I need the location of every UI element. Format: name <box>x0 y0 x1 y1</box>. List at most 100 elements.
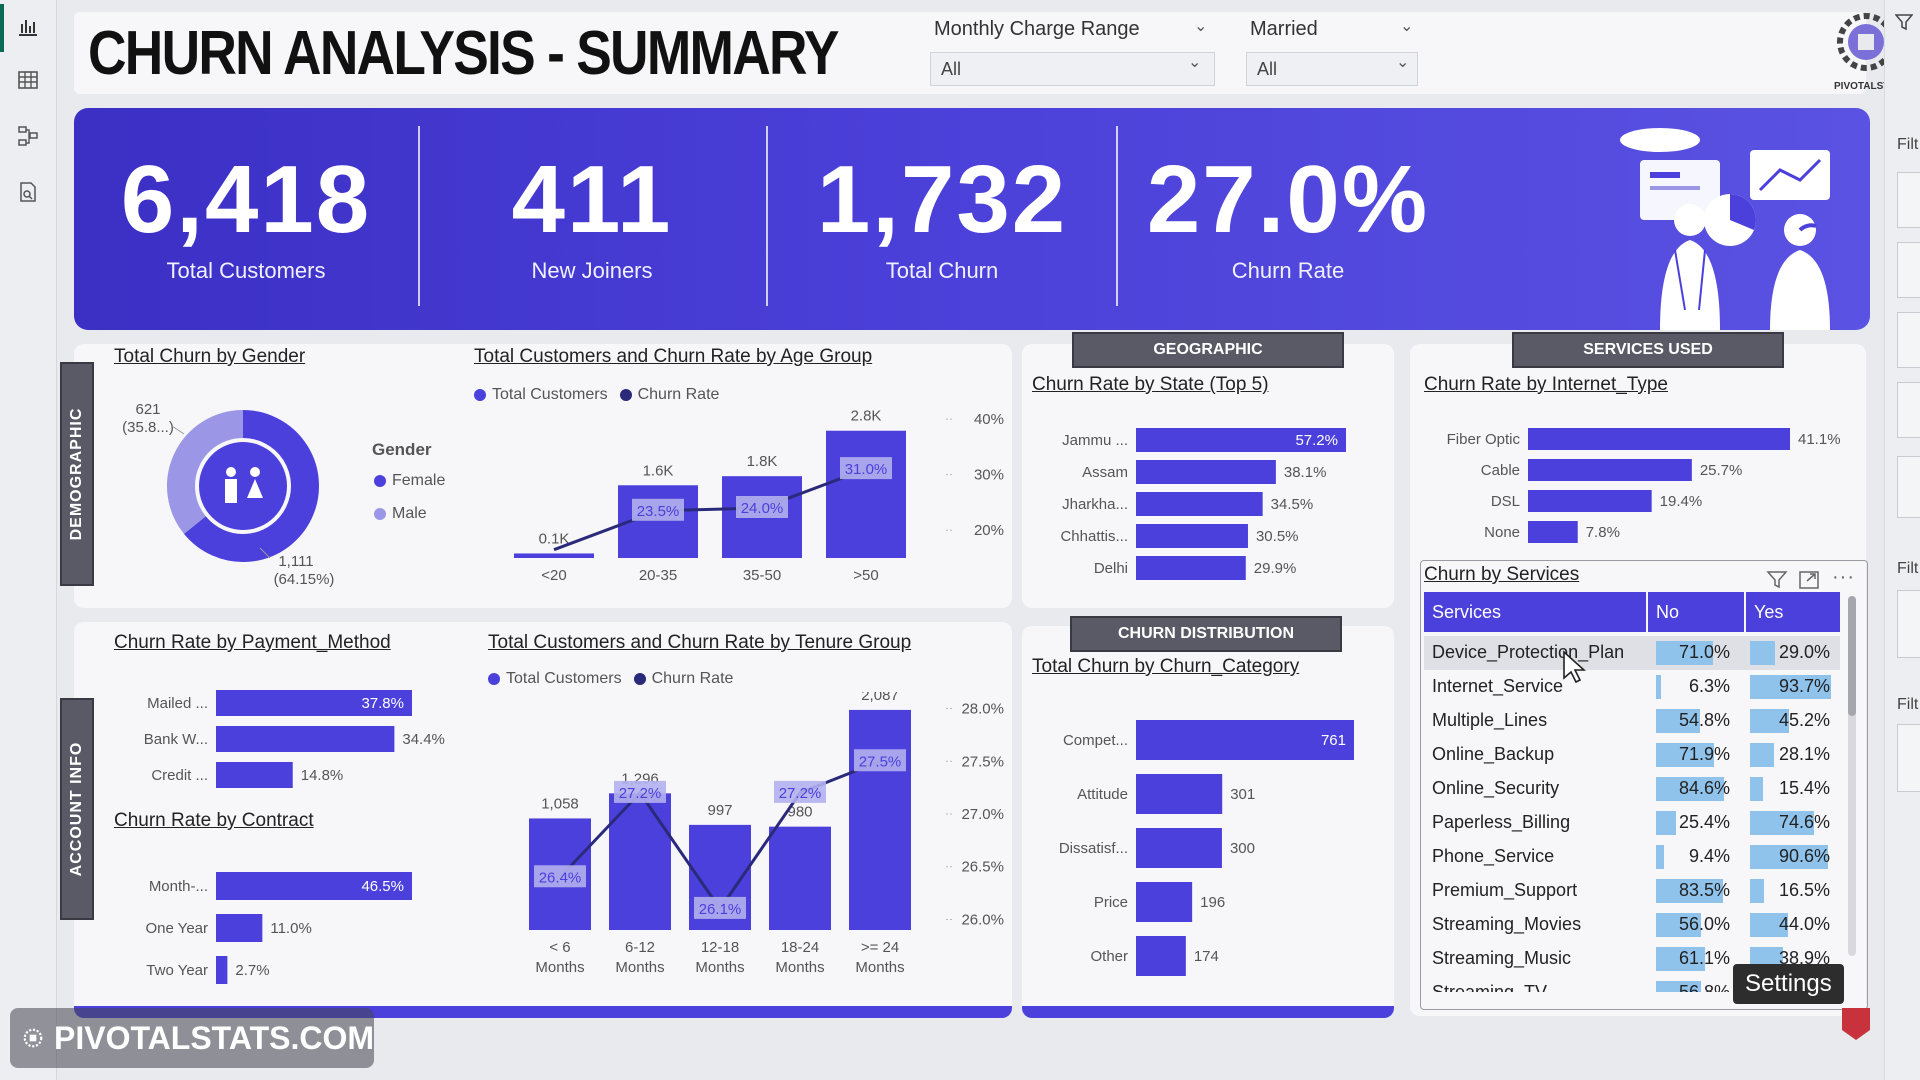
bar <box>216 956 228 984</box>
bar <box>1136 936 1186 976</box>
kpi-label: New Joiners <box>531 258 653 283</box>
section-tag-churn-distribution: CHURN DISTRIBUTION <box>1070 616 1342 652</box>
filter-card[interactable] <box>1897 724 1920 792</box>
no-percent: 56.8% <box>1678 982 1730 992</box>
table-header-no[interactable]: No <box>1648 592 1744 632</box>
kpi-value: 27.0% <box>1146 146 1430 253</box>
section-tag-account-info: ACCOUNT INFO <box>60 698 94 920</box>
legend-swatch <box>474 389 486 401</box>
chart-title-churn-category: Total Churn by Churn_Category <box>1032 656 1300 677</box>
kpi-churn-rate: 27.0% Churn Rate <box>1138 150 1438 284</box>
data-label: 621 <box>135 401 160 418</box>
no-percent: 9.4% <box>1688 846 1730 866</box>
table-row[interactable]: Device_Protection_Plan 71.0% 29.0% <box>1424 636 1840 670</box>
section-tag-services-used: SERVICES USED <box>1512 332 1784 368</box>
legend-item-male: Male <box>374 505 427 523</box>
kpi-value: 1,732 <box>816 146 1068 253</box>
y2-tick-label: 26.5% <box>961 859 1004 876</box>
filter-card[interactable] <box>1897 590 1920 658</box>
filter-card[interactable] <box>1897 456 1920 518</box>
chevron-down-icon[interactable]: ⌄ <box>1396 52 1409 72</box>
data-label: 34.5% <box>1271 496 1314 513</box>
kpi-total-customers: 6,418 Total Customers <box>96 150 396 284</box>
scrollbar-thumb[interactable] <box>1848 596 1856 716</box>
service-name: Streaming_Music <box>1432 948 1572 968</box>
filter-card[interactable] <box>1897 172 1920 228</box>
category-label: >= 24 <box>861 939 899 956</box>
page-title: CHURN ANALYSIS - SUMMARY <box>88 19 839 88</box>
data-label: (64.15%) <box>274 571 335 588</box>
data-label: 46.5% <box>361 878 404 895</box>
filter-card[interactable] <box>1897 382 1920 438</box>
legend-label: Female <box>392 472 446 489</box>
table-row[interactable]: Premium_Support 83.5% 16.5% <box>1424 874 1840 908</box>
category-label: 18-24 <box>781 939 819 956</box>
data-label: 25.7% <box>1700 462 1743 479</box>
bar <box>849 709 911 930</box>
filters-label: Filt <box>1897 560 1919 577</box>
data-label: 26.4% <box>539 869 582 886</box>
subscribe-badge-icon[interactable] <box>1838 1004 1874 1049</box>
y2-tick-label: 28.0% <box>961 701 1004 718</box>
table-view-icon[interactable] <box>14 66 42 94</box>
category-label: Price <box>1094 894 1128 911</box>
table-row[interactable]: Online_Backup 71.9% 28.1% <box>1424 738 1840 772</box>
data-label: 1.6K <box>643 462 674 479</box>
slicer-monthly-charge-label: Monthly Charge Range <box>934 18 1140 40</box>
chevron-down-icon[interactable]: ⌄ <box>1194 16 1207 36</box>
bar <box>1136 882 1193 922</box>
table-row[interactable]: Multiple_Lines 54.8% 45.2% <box>1424 704 1840 738</box>
legend-item-female: Female <box>374 472 445 490</box>
filter-card[interactable] <box>1897 312 1920 368</box>
data-label: 26.1% <box>699 901 742 918</box>
no-percent: 71.9% <box>1678 744 1730 764</box>
legend-label: Total Customers <box>492 386 608 403</box>
kpi-label: Churn Rate <box>1231 258 1345 283</box>
table-row[interactable]: Phone_Service 9.4% 90.6% <box>1424 840 1840 874</box>
legend-swatch <box>374 475 386 487</box>
model-view-icon[interactable] <box>14 122 42 150</box>
yes-percent: 28.1% <box>1778 744 1830 764</box>
dax-query-icon[interactable] <box>14 178 42 206</box>
category-label: Jammu ... <box>1062 432 1128 449</box>
filter-card[interactable] <box>1897 242 1920 298</box>
data-label: 29.9% <box>1254 560 1297 577</box>
data-label: 301 <box>1230 786 1255 803</box>
chevron-down-icon[interactable]: ⌄ <box>1400 16 1413 36</box>
slicer-monthly-charge-dropdown[interactable]: All <box>930 52 1215 86</box>
table-scrollbar[interactable] <box>1848 596 1856 956</box>
category-label: <20 <box>541 567 566 584</box>
category-label: >50 <box>853 567 878 584</box>
chart-title-payment-method: Churn Rate by Payment_Method <box>114 632 391 653</box>
data-label: 24.0% <box>741 500 784 517</box>
no-percent: 83.5% <box>1678 880 1730 900</box>
bar <box>1528 459 1692 481</box>
kpi-value: 411 <box>511 146 673 253</box>
chart-title-gender: Total Churn by Gender <box>114 346 306 367</box>
category-label: One Year <box>145 920 208 937</box>
y2-tick-label: 26.0% <box>961 911 1004 928</box>
legend-tenure: Total Customers Churn Rate <box>488 670 733 688</box>
bar <box>1528 490 1652 512</box>
legend-label: Male <box>392 505 427 522</box>
chevron-down-icon[interactable]: ⌄ <box>1188 52 1201 72</box>
chart-title-tenure: Total Customers and Churn Rate by Tenure… <box>488 632 912 653</box>
table-row[interactable]: Online_Security 84.6% 15.4% <box>1424 772 1840 806</box>
table-row[interactable]: Streaming_Movies 56.0% 44.0% <box>1424 908 1840 942</box>
table-row[interactable]: Paperless_Billing 25.4% 74.6% <box>1424 806 1840 840</box>
table-header-services[interactable]: Services <box>1424 592 1646 632</box>
category-label: Months <box>695 959 744 976</box>
bar <box>216 762 293 788</box>
report-view-icon[interactable] <box>14 12 42 40</box>
table-row[interactable]: Internet_Service 6.3% 93.7% <box>1424 670 1840 704</box>
slicer-married-dropdown[interactable]: All <box>1246 52 1418 86</box>
kpi-divider <box>766 126 768 306</box>
slicer-married-value: All <box>1257 58 1278 79</box>
service-name: Premium_Support <box>1432 880 1578 900</box>
data-label: 14.8% <box>301 767 344 784</box>
table-header-yes[interactable]: Yes <box>1746 592 1840 632</box>
more-options-icon[interactable]: ··· <box>1832 566 1855 589</box>
no-percent: 54.8% <box>1678 710 1730 730</box>
filter-pane-icon[interactable] <box>1894 14 1914 37</box>
filters-pane-collapsed[interactable]: Filt Filt Filt <box>1884 0 1920 1080</box>
